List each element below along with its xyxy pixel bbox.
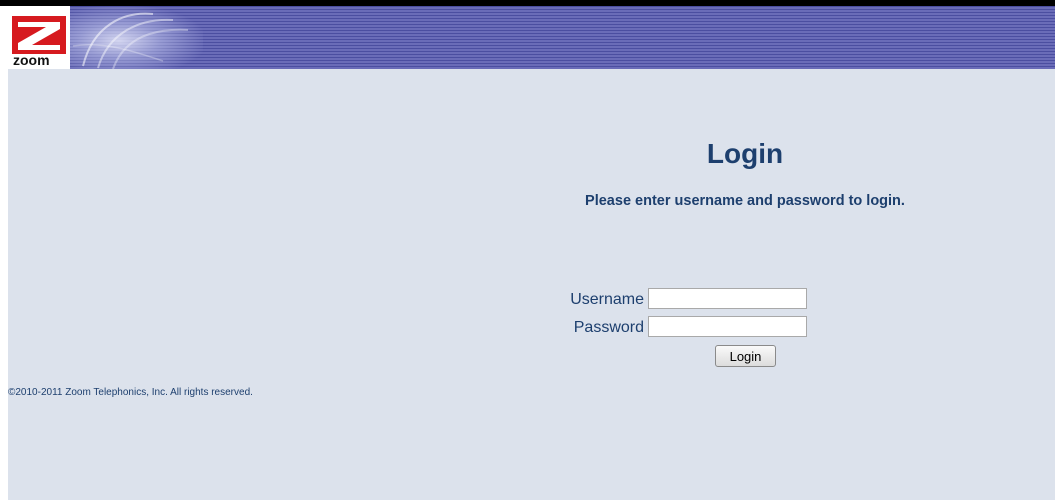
logo-z-mark (12, 16, 66, 54)
password-field[interactable] (648, 316, 807, 337)
copyright-notice: ©2010-2011 Zoom Telephonics, Inc. All ri… (8, 387, 253, 398)
zoom-logo: zoom (8, 6, 70, 69)
left-margin (0, 0, 8, 500)
login-button[interactable]: Login (715, 345, 776, 367)
password-label: Password (573, 319, 644, 336)
banner-swirl (63, 6, 203, 69)
page-title: Login (706, 138, 784, 169)
logo-wordmark: zoom (13, 52, 50, 68)
header-banner (8, 6, 1055, 69)
page: zoom Login Please enter username and pas… (0, 0, 1055, 500)
username-label: Username (570, 291, 644, 308)
username-field[interactable] (648, 288, 807, 309)
main-content (8, 69, 1055, 500)
login-instructions: Please enter username and password to lo… (585, 193, 905, 209)
